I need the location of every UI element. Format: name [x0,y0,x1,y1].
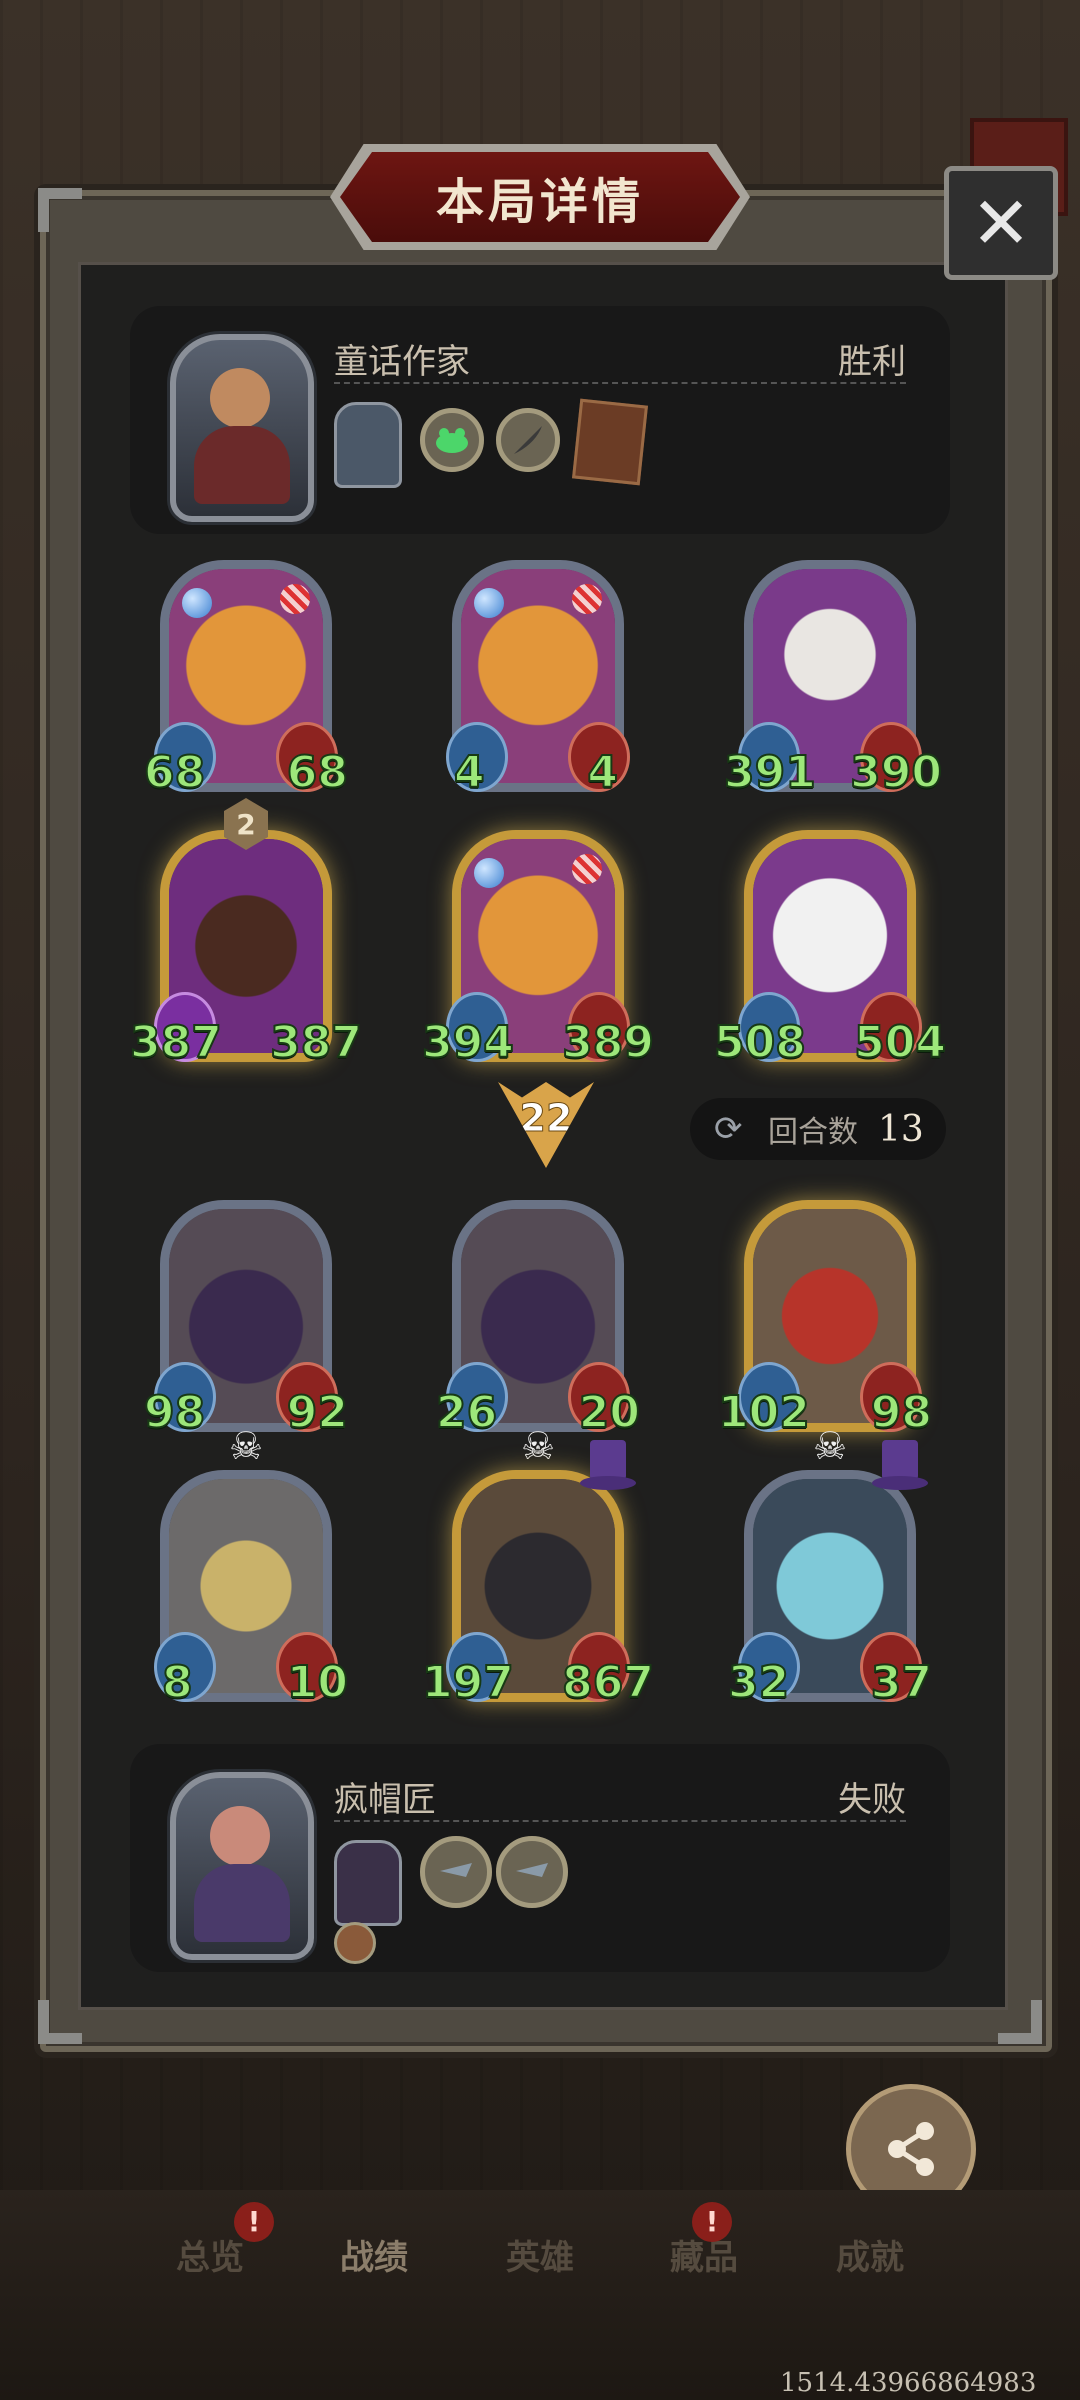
attack-value: 508 [713,1016,807,1069]
tab-records[interactable]: 战绩 [340,2230,408,2279]
minion-card-golden[interactable]: 508 504 [713,830,947,1069]
round-value: 13 [878,1108,924,1150]
title-banner: 本局详情 [340,152,740,242]
divider [334,1820,906,1822]
attack-value: 387 [129,1016,223,1069]
gem-icon [474,858,504,888]
hero-power-icon[interactable] [334,1840,402,1926]
candy-icon [280,584,310,614]
notification-badge: ! [234,2202,274,2242]
candy-icon [572,584,602,614]
player-name: 疯帽匠 [334,1780,436,1820]
tab-overview[interactable]: 总览 [176,2230,244,2279]
attack-value: 98 [143,1386,206,1439]
minion-card[interactable]: 4 4 [446,560,630,799]
minion-card[interactable]: 98 92 ☠ [143,1200,349,1468]
candy-icon [572,854,602,884]
blade-icon[interactable] [496,1836,568,1908]
frog-icon[interactable] [420,408,484,472]
minion-card[interactable]: 391 390 [723,560,943,799]
tab-achievements[interactable]: 成就 [836,2230,904,2279]
skull-gear-icon: ☠ [812,1424,848,1468]
health-value: 389 [561,1016,655,1069]
player-result: 失败 [838,1780,906,1820]
skull-icon: ☠ [228,1424,264,1468]
tab-heroes[interactable]: 英雄 [506,2230,574,2279]
avatar-body [194,1864,290,1942]
health-value: 10 [286,1656,349,1709]
player-result: 胜利 [838,342,906,382]
avatar-body [194,426,290,504]
page-title: 本局详情 [435,174,644,230]
gem-icon [474,588,504,618]
minion-card-golden[interactable]: 197 867 [421,1440,655,1709]
health-value: 390 [849,746,943,799]
health-value: 387 [269,1016,363,1069]
close-button[interactable]: ✕ [944,166,1058,280]
health-value: 98 [870,1386,933,1439]
health-value: 37 [870,1656,933,1709]
refresh-icon: ⟳ [714,1109,743,1149]
notification-badge: ! [692,2202,732,2242]
attack-value: 102 [717,1386,811,1439]
player-name: 童话作家 [334,342,470,382]
attack-value: 68 [143,746,206,799]
hero-power-icon[interactable] [334,402,402,488]
minion-card[interactable]: 8 10 [154,1470,349,1709]
minion-card[interactable]: 68 68 [143,560,349,799]
attack-value: 391 [723,746,817,799]
feather-icon[interactable] [496,408,560,472]
health-value: 92 [286,1386,349,1439]
health-value: 504 [853,1016,947,1069]
attack-value: 32 [727,1656,790,1709]
attack-value: 26 [435,1386,498,1439]
avatar-face [210,368,270,428]
attack-value: 394 [421,1016,515,1069]
round-counter: ⟳ 回合数 13 [690,1098,946,1160]
coin-icon [334,1922,376,1964]
attack-value: 4 [453,746,486,799]
player-panel-loser: 疯帽匠 失败 [130,1744,950,1972]
attack-value: 197 [421,1656,515,1709]
tier-value: 22 [519,1096,573,1141]
avatar[interactable] [170,334,314,522]
blade-icon[interactable] [420,1836,492,1908]
player-panel-winner: 童话作家 胜利 [130,306,950,534]
avatar-face [210,1806,270,1866]
health-value: 867 [561,1656,655,1709]
avatar[interactable] [170,1772,314,1960]
coordinate-readout: 1514.43966864983 [780,2368,1037,2398]
divider [334,382,906,384]
skull-gear-icon: ☠ [520,1424,556,1468]
top-hat-icon [872,1440,928,1500]
health-value: 4 [586,746,619,799]
attack-value: 8 [161,1656,194,1709]
round-label: 回合数 [768,1115,858,1150]
level-value: 2 [236,807,256,841]
close-icon: ✕ [970,181,1032,265]
health-value: 68 [286,746,349,799]
spellbook-icon[interactable] [572,398,648,486]
minion-card[interactable]: 26 20 ☠ [435,1200,641,1468]
top-hat-icon [580,1440,636,1500]
minion-card-golden[interactable]: 102 98 ☠ [717,1200,933,1468]
health-value: 20 [578,1386,641,1439]
gem-icon [182,588,212,618]
minion-card-golden[interactable]: 2 387 387 [129,798,363,1069]
share-icon [888,2122,934,2176]
minion-card[interactable]: 32 37 [727,1440,933,1709]
minion-card-golden[interactable]: 394 389 [421,830,655,1069]
